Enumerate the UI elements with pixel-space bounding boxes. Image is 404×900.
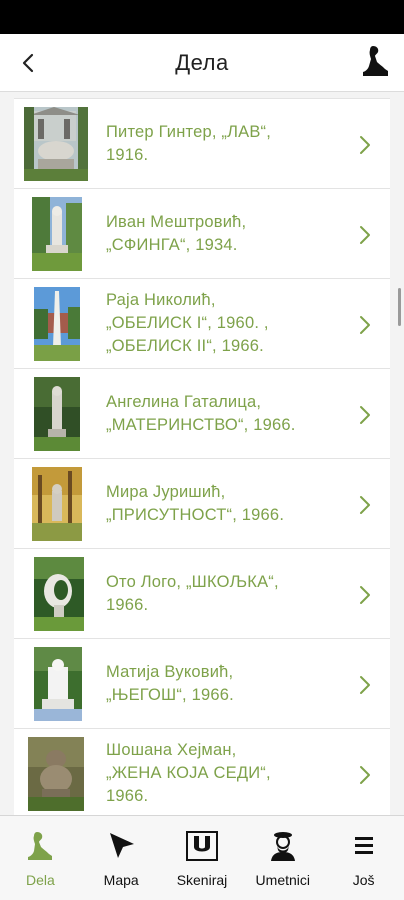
work-title-line: Иван Мештровић,	[106, 212, 247, 231]
work-title-line: „ОБЕЛИСК I“, 1960. ,	[106, 314, 269, 332]
navigation-arrow-icon	[104, 830, 138, 862]
chevron-right-icon	[358, 674, 372, 696]
artwork-thumbnail	[34, 647, 82, 721]
work-title: Мира Јуришић, „ПРИСУТНОСТ“, 1966.	[106, 459, 346, 548]
work-title-line: „ПРИСУТНОСТ“, 1966.	[106, 505, 285, 524]
work-title: Питер Гинтер, „ЛАВ“, 1916.	[106, 99, 346, 188]
work-list-item[interactable]: Иван Мештровић, „СФИНГА“, 1934.	[14, 189, 390, 279]
work-title: Ангелина Гаталица, „МАТЕРИНСТВО“, 1966.	[106, 369, 346, 458]
work-title-line: Мира Јуришић,	[106, 482, 226, 501]
status-bar	[0, 0, 404, 34]
work-title: Раја Николић, „ОБЕЛИСК I“, 1960. , „ОБЕЛИС…	[106, 279, 346, 368]
tab-label: Mapa	[103, 872, 139, 888]
work-list-item[interactable]: Шошана Хејман, „ЖЕНА КОЈА СЕДИ“, 1966.	[14, 729, 390, 815]
artwork-thumbnail	[34, 377, 80, 451]
work-title: Матија Вуковић, „ЊЕГОШ“, 1966.	[106, 639, 346, 728]
chevron-right-icon	[358, 584, 372, 606]
work-title-line: „ОБЕЛИСК II“, 1966.	[106, 337, 264, 355]
artist-icon	[266, 830, 300, 862]
work-list-item[interactable]: Ангелина Гаталица, „МАТЕРИНСТВО“, 1966.	[14, 369, 390, 459]
artwork-thumbnail	[32, 467, 82, 541]
menu-icon	[347, 830, 381, 862]
chevron-right-icon	[358, 224, 372, 246]
chevron-right-icon	[358, 494, 372, 516]
work-list-item[interactable]: Питер Гинтер, „ЛАВ“, 1916.	[14, 99, 390, 189]
tab-label: Dela	[26, 872, 55, 888]
tab-umetnici[interactable]: Umetnici	[242, 816, 323, 900]
artwork-thumbnail	[34, 557, 84, 631]
sculpture-logo-button[interactable]	[360, 44, 392, 78]
tab-dela[interactable]: Dela	[0, 816, 81, 900]
works-list-container[interactable]: Питер Гинтер, „ЛАВ“, 1916. Иван Мештровић,…	[0, 92, 404, 815]
work-title-line: Матија Вуковић,	[106, 662, 234, 681]
work-title-line: Ото Лого, „ШКОЉКА“,	[106, 572, 279, 591]
work-title: Иван Мештровић, „СФИНГА“, 1934.	[106, 189, 346, 278]
chevron-right-icon	[358, 314, 372, 336]
scan-magnet-icon	[185, 830, 219, 862]
tab-mapa[interactable]: Mapa	[81, 816, 162, 900]
artwork-thumbnail	[24, 107, 88, 181]
work-title-line: 1966.	[106, 787, 149, 805]
work-title-line: 1916.	[106, 145, 149, 164]
work-title-line: „ЊЕГОШ“, 1966.	[106, 685, 234, 704]
artwork-thumbnail	[28, 737, 84, 811]
chevron-right-icon	[358, 134, 372, 156]
works-list: Питер Гинтер, „ЛАВ“, 1916. Иван Мештровић,…	[14, 98, 390, 815]
work-title-line: 1966.	[106, 595, 149, 614]
artwork-thumbnail	[34, 287, 80, 361]
tab-još[interactable]: Još	[323, 816, 404, 900]
work-list-item[interactable]: Матија Вуковић, „ЊЕГОШ“, 1966.	[14, 639, 390, 729]
work-title-line: Раја Николић,	[106, 291, 216, 309]
work-title: Шошана Хејман, „ЖЕНА КОЈА СЕДИ“, 1966.	[106, 729, 346, 815]
work-list-item[interactable]: Ото Лого, „ШКОЉКА“, 1966.	[14, 549, 390, 639]
work-title-line: Ангелина Гаталица,	[106, 392, 262, 411]
work-title-line: Шошана Хејман,	[106, 741, 237, 759]
tab-label: Još	[352, 872, 375, 888]
work-title: Ото Лого, „ШКОЉКА“, 1966.	[106, 549, 346, 638]
tab-label: Skeniraj	[176, 872, 228, 888]
page-title: Дела	[175, 50, 229, 75]
scrollbar[interactable]	[398, 288, 401, 326]
chevron-right-icon	[358, 404, 372, 426]
work-list-item[interactable]: Мира Јуришић, „ПРИСУТНОСТ“, 1966.	[14, 459, 390, 549]
work-title-line: Питер Гинтер, „ЛАВ“,	[106, 122, 272, 141]
work-title-line: „СФИНГА“, 1934.	[106, 235, 238, 254]
artwork-thumbnail	[32, 197, 82, 271]
work-list-item[interactable]: Раја Николић, „ОБЕЛИСК I“, 1960. , „ОБЕЛИС…	[14, 279, 390, 369]
bottom-tab-bar: Dela Mapa Skeniraj Umetnici Još	[0, 815, 404, 900]
sculpture-logo-icon	[363, 46, 388, 76]
sculpture-icon	[23, 830, 57, 862]
work-title-line: „МАТЕРИНСТВО“, 1966.	[106, 415, 296, 434]
tab-label: Umetnici	[255, 872, 311, 888]
work-title-line: „ЖЕНА КОЈА СЕДИ“,	[106, 764, 271, 782]
app-header: Дела	[0, 34, 404, 92]
chevron-right-icon	[358, 764, 372, 786]
tab-skeniraj[interactable]: Skeniraj	[162, 816, 243, 900]
